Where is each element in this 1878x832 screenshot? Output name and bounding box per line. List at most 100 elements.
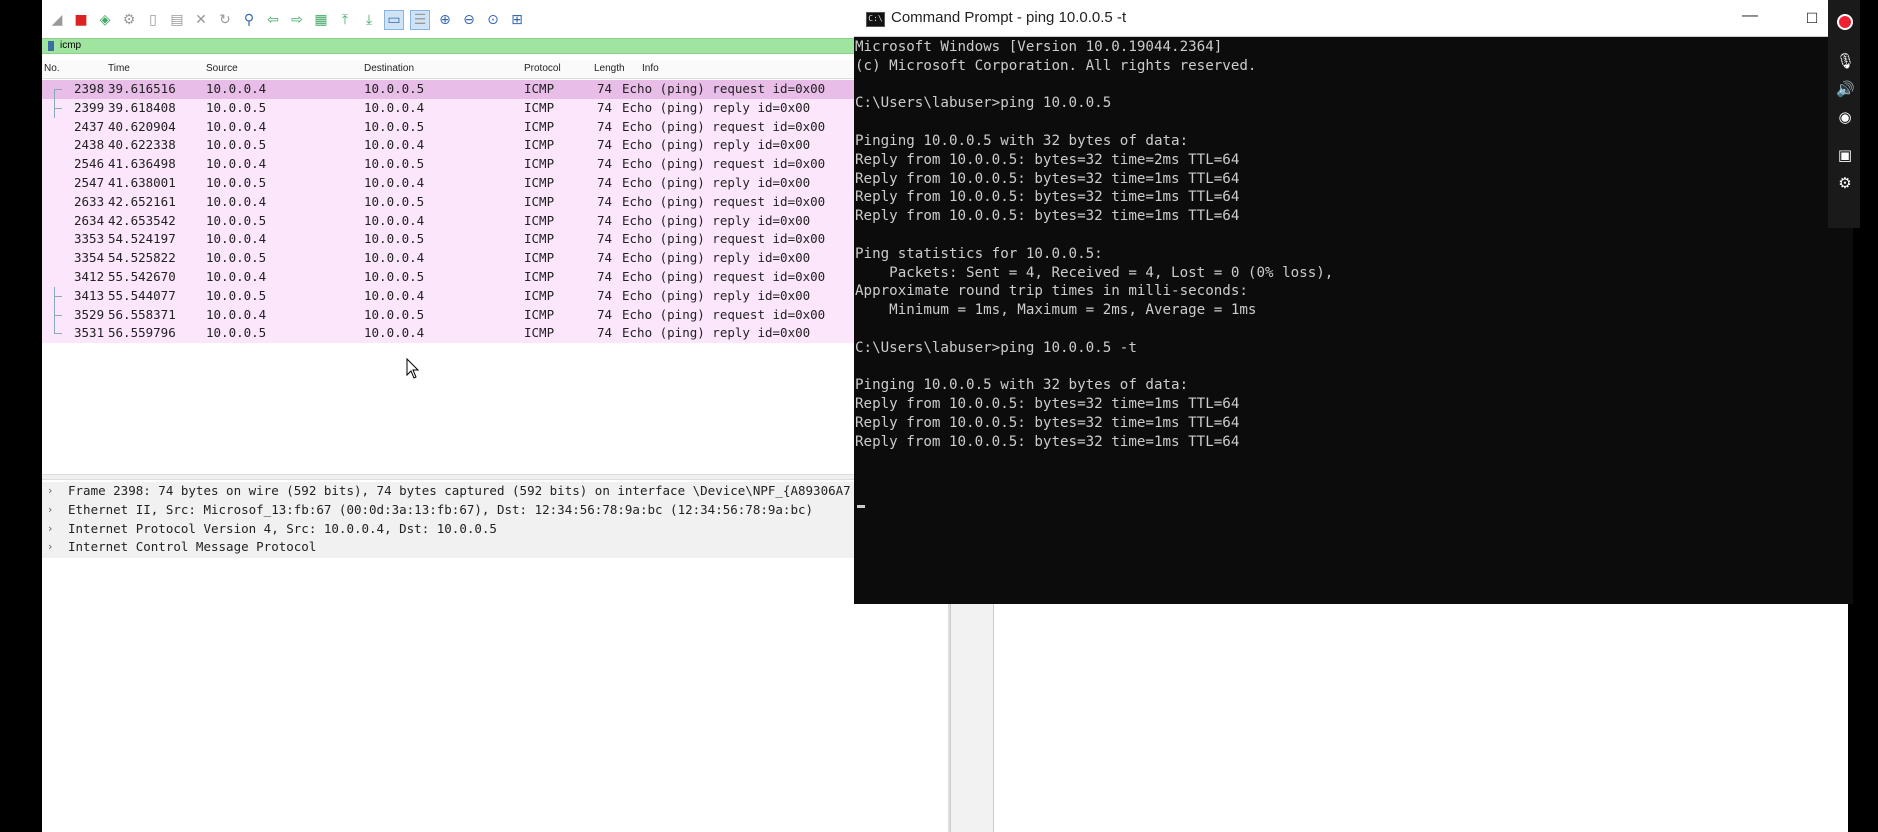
packet-source: 10.0.0.4 bbox=[206, 231, 267, 247]
shark-fin-icon[interactable]: ◢ bbox=[48, 11, 66, 29]
packet-protocol: ICMP bbox=[524, 174, 555, 190]
packet-source: 10.0.0.4 bbox=[206, 193, 267, 209]
minimize-button[interactable]: — bbox=[1738, 6, 1762, 30]
table-row[interactable]: 2547 41.638001 10.0.0.5 10.0.0.4 ICMP 74 Echo … bbox=[42, 173, 862, 193]
table-row[interactable]: 3529 56.558371 10.0.0.4 10.0.0.5 ICMP 74 Echo … bbox=[42, 305, 862, 325]
packet-protocol: ICMP bbox=[524, 137, 555, 153]
packet-destination: 10.0.0.5 bbox=[364, 306, 425, 322]
filter-input[interactable]: icmp bbox=[60, 40, 81, 51]
goto-icon[interactable]: ▦ bbox=[312, 11, 330, 29]
chevron-right-icon[interactable]: › bbox=[48, 482, 52, 501]
webcam-icon[interactable]: ◉ bbox=[1836, 108, 1854, 126]
conversation-tree-marker bbox=[48, 193, 62, 212]
packet-source: 10.0.0.5 bbox=[206, 174, 267, 190]
zoom-normal-icon[interactable]: ⊙ bbox=[484, 11, 502, 29]
chevron-right-icon[interactable]: › bbox=[48, 538, 52, 557]
autoscroll-icon[interactable]: ▭ bbox=[384, 10, 404, 30]
packet-source: 10.0.0.5 bbox=[206, 325, 267, 341]
table-row[interactable]: 3413 55.544077 10.0.0.5 10.0.0.4 ICMP 74 Echo … bbox=[42, 286, 862, 306]
forward-icon[interactable]: ⇨ bbox=[288, 11, 306, 29]
table-row[interactable]: 3531 56.559796 10.0.0.5 10.0.0.4 ICMP 74 Echo … bbox=[42, 324, 862, 344]
table-row[interactable]: 3412 55.542670 10.0.0.4 10.0.0.5 ICMP 74 Echo … bbox=[42, 267, 862, 287]
last-icon[interactable]: ⤓ bbox=[360, 11, 378, 29]
column-header-no[interactable]: No. bbox=[44, 63, 60, 74]
table-row[interactable]: 2438 40.622338 10.0.0.5 10.0.0.4 ICMP 74 Echo … bbox=[42, 136, 862, 156]
chevron-right-icon[interactable]: › bbox=[48, 520, 52, 539]
packet-info: Echo (ping) reply id=0x00 bbox=[622, 212, 811, 228]
open-icon[interactable]: ▯ bbox=[144, 11, 162, 29]
close-icon[interactable]: ✕ bbox=[192, 11, 210, 29]
detail-tree-item[interactable]: › Internet Protocol Version 4, Src: 10.0.… bbox=[42, 520, 862, 539]
console-output[interactable]: Microsoft Windows [Version 10.0.19044.23… bbox=[855, 38, 1845, 598]
options-icon[interactable]: ⚙ bbox=[120, 11, 138, 29]
conversation-tree-marker bbox=[48, 118, 62, 137]
colorize-icon[interactable]: ☰ bbox=[410, 10, 430, 30]
column-header-time[interactable]: Time bbox=[108, 63, 130, 74]
detail-tree-item[interactable]: › Frame 2398: 74 bytes on wire (592 bits)… bbox=[42, 482, 862, 501]
conversation-tree-marker bbox=[48, 249, 62, 268]
resize-columns-icon[interactable]: ⊞ bbox=[508, 11, 526, 29]
detail-tree-item[interactable]: › Internet Control Message Protocol bbox=[42, 538, 862, 557]
packet-list: 2398 39.616516 10.0.0.4 10.0.0.5 ICMP 74 Echo … bbox=[42, 80, 862, 344]
pane-splitter[interactable] bbox=[42, 474, 862, 480]
packet-destination: 10.0.0.5 bbox=[364, 268, 425, 284]
stop-icon[interactable]: ■ bbox=[72, 11, 90, 29]
detail-tree-item[interactable]: › Ethernet II, Src: Microsof_13:fb:67 (00… bbox=[42, 501, 862, 520]
packet-time: 54.524197 bbox=[108, 231, 176, 247]
packet-info: Echo (ping) reply id=0x00 bbox=[622, 250, 811, 266]
maximize-button[interactable]: ☐ bbox=[1800, 6, 1824, 30]
table-row[interactable]: 2633 42.652161 10.0.0.4 10.0.0.5 ICMP 74 Echo … bbox=[42, 192, 862, 212]
title-bar[interactable]: C:\ Command Prompt - ping 10.0.0.5 -t — … bbox=[854, 0, 1853, 37]
packet-time: 39.616516 bbox=[108, 81, 176, 96]
packet-length: 74 bbox=[597, 287, 613, 303]
packet-no: 2547 bbox=[74, 174, 105, 190]
column-header-destination[interactable]: Destination bbox=[364, 63, 414, 74]
packet-destination: 10.0.0.5 bbox=[364, 193, 425, 209]
table-row[interactable]: 2398 39.616516 10.0.0.4 10.0.0.5 ICMP 74 Echo … bbox=[42, 80, 862, 99]
display-filter-bar[interactable]: icmp bbox=[42, 38, 862, 54]
packet-destination: 10.0.0.5 bbox=[364, 156, 425, 172]
zoom-out-icon[interactable]: ⊖ bbox=[460, 11, 478, 29]
first-icon[interactable]: ⤒ bbox=[336, 11, 354, 29]
chevron-right-icon[interactable]: › bbox=[48, 501, 52, 520]
packet-protocol: ICMP bbox=[524, 231, 555, 247]
column-header-protocol[interactable]: Protocol bbox=[524, 63, 561, 74]
table-row[interactable]: 2437 40.620904 10.0.0.4 10.0.0.5 ICMP 74 Echo … bbox=[42, 117, 862, 137]
speaker-icon[interactable]: 🔊 bbox=[1836, 80, 1855, 98]
record-icon[interactable] bbox=[1837, 14, 1853, 30]
table-row[interactable]: 2399 39.618408 10.0.0.5 10.0.0.4 ICMP 74 Echo … bbox=[42, 98, 862, 118]
table-row[interactable]: 2634 42.653542 10.0.0.5 10.0.0.4 ICMP 74 Echo … bbox=[42, 211, 862, 231]
packet-no: 2398 bbox=[74, 81, 105, 96]
conversation-tree-marker bbox=[48, 212, 62, 231]
screen-icon[interactable]: ▣ bbox=[1836, 146, 1854, 164]
packet-time: 40.622338 bbox=[108, 137, 176, 153]
save-icon[interactable]: ▤ bbox=[168, 11, 186, 29]
back-icon[interactable]: ⇦ bbox=[264, 11, 282, 29]
packet-source: 10.0.0.4 bbox=[206, 156, 267, 172]
command-prompt-window: C:\ Command Prompt - ping 10.0.0.5 -t — … bbox=[854, 0, 1853, 604]
packet-protocol: ICMP bbox=[524, 81, 555, 96]
conversation-tree-marker bbox=[48, 324, 62, 343]
packet-no: 2633 bbox=[74, 193, 105, 209]
zoom-in-icon[interactable]: ⊕ bbox=[436, 11, 454, 29]
table-row[interactable]: 2546 41.636498 10.0.0.4 10.0.0.5 ICMP 74 Echo … bbox=[42, 155, 862, 174]
packet-protocol: ICMP bbox=[524, 156, 555, 172]
packet-destination: 10.0.0.5 bbox=[364, 81, 425, 96]
bookmark-icon[interactable] bbox=[48, 41, 54, 51]
microphone-icon[interactable]: 🎙 bbox=[1836, 52, 1855, 70]
detail-text: Internet Control Message Protocol bbox=[68, 539, 317, 555]
packet-source: 10.0.0.5 bbox=[206, 137, 267, 153]
cmd-app-icon: C:\ bbox=[866, 12, 885, 27]
packet-source: 10.0.0.4 bbox=[206, 268, 267, 284]
find-icon[interactable]: ⚲ bbox=[240, 11, 258, 29]
column-header-info[interactable]: Info bbox=[642, 63, 659, 74]
settings-icon[interactable]: ⚙ bbox=[1836, 174, 1854, 192]
packet-info: Echo (ping) request id=0x00 bbox=[622, 306, 826, 322]
column-header-source[interactable]: Source bbox=[206, 63, 238, 74]
table-row[interactable]: 3354 54.525822 10.0.0.5 10.0.0.4 ICMP 74 Echo … bbox=[42, 249, 862, 268]
packet-destination: 10.0.0.4 bbox=[364, 287, 425, 303]
reload-icon[interactable]: ↻ bbox=[216, 11, 234, 29]
table-row[interactable]: 3353 54.524197 10.0.0.4 10.0.0.5 ICMP 74 Echo … bbox=[42, 230, 862, 250]
column-header-length[interactable]: Length bbox=[594, 63, 625, 74]
restart-icon[interactable]: ◈ bbox=[96, 11, 114, 29]
